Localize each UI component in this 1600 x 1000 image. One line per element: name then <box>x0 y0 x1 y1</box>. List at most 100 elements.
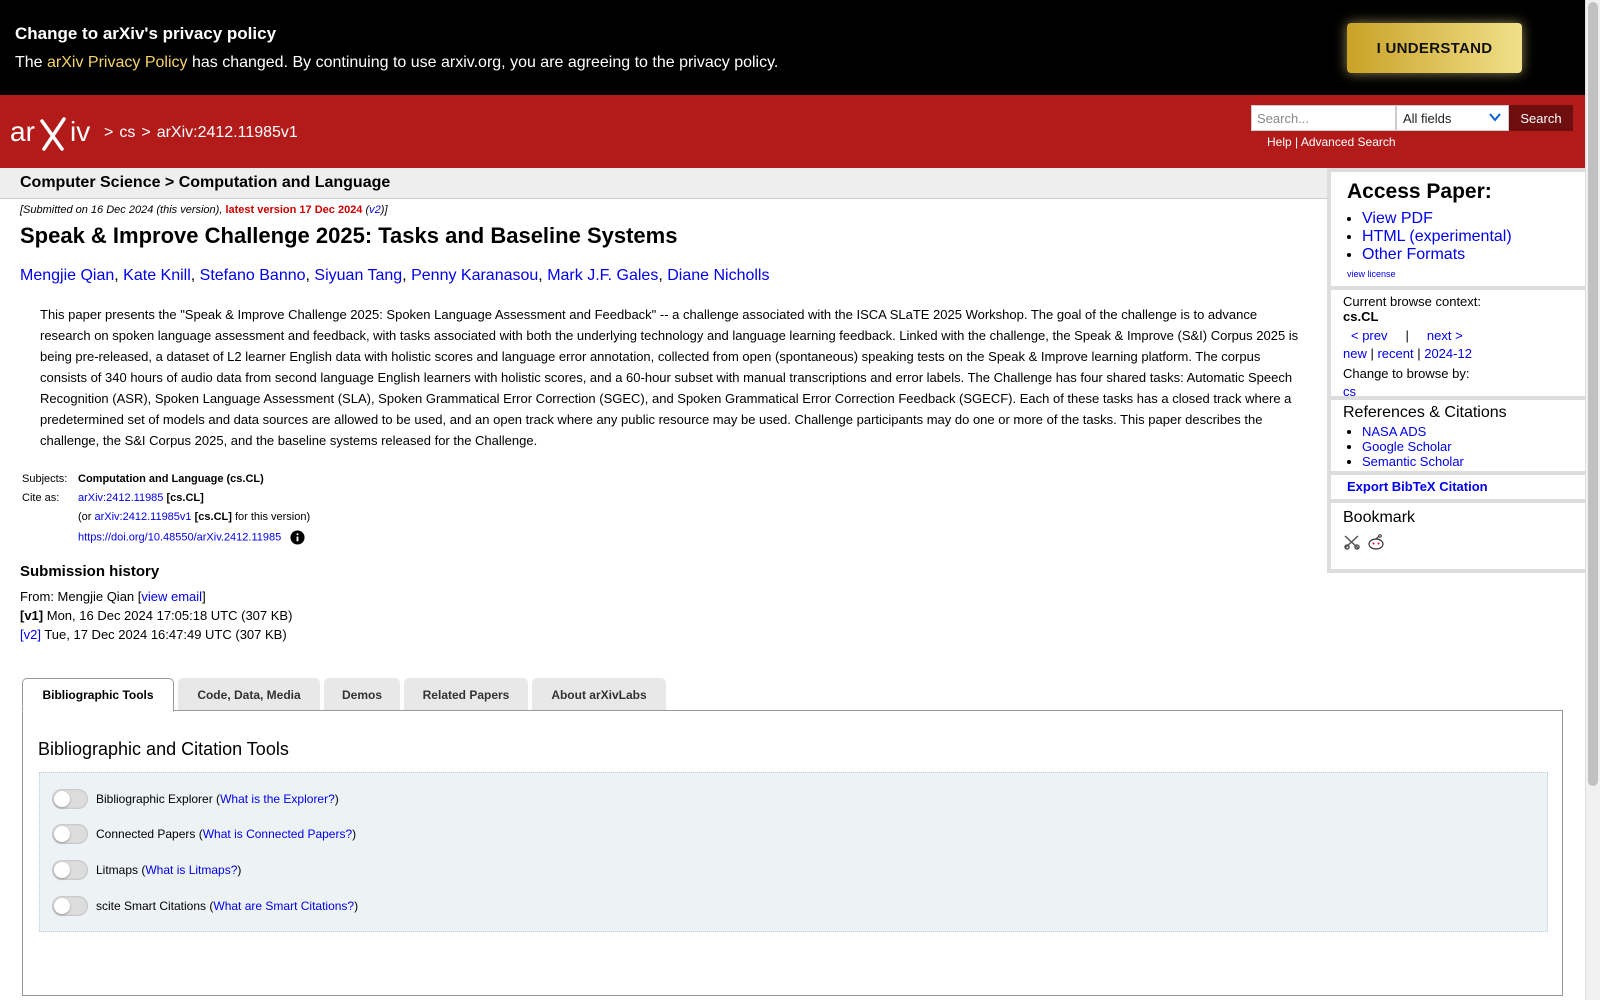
month-link[interactable]: 2024-12 <box>1424 346 1472 361</box>
cite-version-link[interactable]: arXiv:2412.11985v1 <box>95 511 192 523</box>
toggle-knob <box>54 826 70 842</box>
recent-link[interactable]: recent <box>1377 346 1413 361</box>
help-link[interactable]: Help <box>1267 135 1292 149</box>
access-paper-title: Access Paper: <box>1347 180 1492 203</box>
subject-header: Computer Science > Computation and Langu… <box>0 168 1327 199</box>
cite-value: arXiv:2412.11985 [cs.CL] <box>78 492 204 504</box>
breadcrumb: > cs > arXiv:2412.11985v1 <box>104 124 304 142</box>
bookmark-icons <box>1343 533 1387 556</box>
page-scrollbar[interactable] <box>1585 0 1600 1000</box>
tool-close: ) <box>334 792 339 806</box>
tool-litmaps: Litmaps (What is Litmaps?) <box>52 859 241 881</box>
author-link[interactable]: Penny Karanasou <box>411 267 538 284</box>
version-v2-line: [v2] Tue, 17 Dec 2024 16:47:49 UTC (307 … <box>20 625 292 644</box>
next-link[interactable]: next > <box>1427 328 1463 343</box>
submission-dateline: [Submitted on 16 Dec 2024 (this version)… <box>20 204 388 216</box>
connected-papers-toggle[interactable] <box>52 824 88 844</box>
bibliographic-explorer-toggle[interactable] <box>52 789 88 809</box>
svg-text:iv: iv <box>70 116 90 147</box>
banner-text-after: has changed. By continuing to use arxiv.… <box>187 54 779 71</box>
author-link[interactable]: Stefano Banno <box>200 267 306 284</box>
subjects-value: Computation and Language (cs.CL) <box>78 473 264 485</box>
advanced-search-link[interactable]: Advanced Search <box>1301 135 1396 149</box>
link-separator: | <box>1291 135 1301 149</box>
nasa-ads-link[interactable]: NASA ADS <box>1362 424 1426 439</box>
view-license-link[interactable]: view license <box>1347 269 1396 279</box>
subjects-label: Subjects: <box>22 473 68 485</box>
google-scholar-link[interactable]: Google Scholar <box>1362 439 1452 454</box>
litmaps-toggle[interactable] <box>52 860 88 880</box>
what-is-connected-papers-link[interactable]: What is Connected Papers? <box>203 827 352 841</box>
cite-version-value: (or arXiv:2412.11985v1 [cs.CL] for this … <box>78 511 310 523</box>
tool-label: Bibliographic Explorer ( <box>96 792 221 806</box>
svg-text:ar: ar <box>10 116 35 147</box>
submission-history: From: Mengjie Qian [view email] [v1] Mon… <box>20 587 292 644</box>
v2-link[interactable]: v2 <box>369 204 381 216</box>
dateline-prefix: [Submitted on 16 Dec 2024 (this version)… <box>20 204 226 216</box>
subject-header-title: Computer Science > Computation and Langu… <box>20 174 391 191</box>
browse-nav: < prev | next > <box>1351 328 1463 343</box>
bibsonomy-icon[interactable] <box>1343 533 1361 556</box>
site-header: ar iv >cs>arXiv:2412.11985v1 All fields … <box>0 95 1585 168</box>
cite-version-suffix: for this version) <box>231 511 311 523</box>
scrollbar-thumb[interactable] <box>1588 2 1598 786</box>
tool-close: ) <box>354 899 359 913</box>
other-formats-link[interactable]: Other Formats <box>1362 246 1465 263</box>
tab-code-data-media[interactable]: Code, Data, Media <box>178 678 320 711</box>
author-link[interactable]: Diane Nicholls <box>667 267 769 284</box>
paper-title: Speak & Improve Challenge 2025: Tasks an… <box>20 223 678 248</box>
cite-version-prefix: (or <box>78 511 95 523</box>
pipe-separator: | <box>1413 346 1425 361</box>
tool-connected-papers: Connected Papers (What is Connected Pape… <box>52 823 356 845</box>
info-icon[interactable] <box>290 530 305 545</box>
tool-close: ) <box>237 863 242 877</box>
cite-id-link[interactable]: arXiv:2412.11985 <box>78 492 163 504</box>
doi-value: https://doi.org/10.48550/arXiv.2412.1198… <box>78 530 305 545</box>
privacy-policy-link[interactable]: arXiv Privacy Policy <box>47 54 187 71</box>
arxiv-logo[interactable]: ar iv <box>8 113 102 153</box>
doi-link[interactable]: https://doi.org/10.48550/arXiv.2412.1198… <box>78 531 281 543</box>
scite-toggle[interactable] <box>52 896 88 916</box>
reddit-icon[interactable] <box>1367 533 1385 556</box>
tab-demos[interactable]: Demos <box>324 678 400 711</box>
author-link[interactable]: Siyuan Tang <box>314 267 402 284</box>
author-link[interactable]: Kate Knill <box>123 267 191 284</box>
view-pdf-link[interactable]: View PDF <box>1362 210 1433 227</box>
search-input[interactable] <box>1251 105 1396 131</box>
i-understand-button[interactable]: I UNDERSTAND <box>1347 23 1522 73</box>
what-are-smart-citations-link[interactable]: What are Smart Citations? <box>213 899 354 913</box>
what-is-explorer-link[interactable]: What is the Explorer? <box>220 792 335 806</box>
tab-panel: Bibliographic and Citation Tools Bibliog… <box>22 710 1563 996</box>
submitter-line: From: Mengjie Qian [view email] <box>20 587 292 606</box>
search-button[interactable]: Search <box>1509 105 1573 131</box>
pipe-separator: | <box>1366 346 1378 361</box>
privacy-banner: Change to arXiv's privacy policy The arX… <box>0 0 1585 95</box>
view-email-link[interactable]: view email <box>141 589 202 604</box>
new-link[interactable]: new <box>1343 346 1367 361</box>
search-field-select[interactable]: All fields <box>1396 105 1509 131</box>
tab-related-papers[interactable]: Related Papers <box>404 678 528 711</box>
breadcrumb-cs[interactable]: cs <box>119 124 135 141</box>
list-item: View PDF <box>1362 210 1512 228</box>
search-field-value: All fields <box>1403 111 1452 126</box>
tool-label: scite Smart Citations ( <box>96 899 214 913</box>
tool-label: Litmaps ( <box>96 863 146 877</box>
tab-bibliographic-tools[interactable]: Bibliographic Tools <box>22 678 174 712</box>
list-item: Google Scholar <box>1362 439 1464 454</box>
chevron-down-icon <box>1489 113 1501 122</box>
export-bibtex-link[interactable]: Export BibTeX Citation <box>1347 479 1488 494</box>
v2-history-link[interactable]: [v2] <box>20 627 41 642</box>
browse-cs-link[interactable]: cs <box>1343 384 1356 399</box>
bookmark-title: Bookmark <box>1343 509 1416 526</box>
cite-category: [cs.CL] <box>166 492 204 504</box>
semantic-scholar-link[interactable]: Semantic Scholar <box>1362 454 1464 469</box>
tab-about-arxivlabs[interactable]: About arXivLabs <box>532 678 666 711</box>
author-link[interactable]: Mark J.F. Gales <box>547 267 658 284</box>
html-link[interactable]: HTML (experimental) <box>1362 228 1512 245</box>
author-link[interactable]: Mengjie Qian <box>20 267 114 284</box>
what-is-litmaps-link[interactable]: What is Litmaps? <box>145 863 237 877</box>
tools-list: Bibliographic Explorer (What is the Expl… <box>39 772 1548 932</box>
prev-link[interactable]: < prev <box>1351 328 1388 343</box>
export-box: Export BibTeX Citation <box>1331 475 1585 499</box>
v1-date: Mon, 16 Dec 2024 17:05:18 UTC (307 KB) <box>43 608 293 623</box>
